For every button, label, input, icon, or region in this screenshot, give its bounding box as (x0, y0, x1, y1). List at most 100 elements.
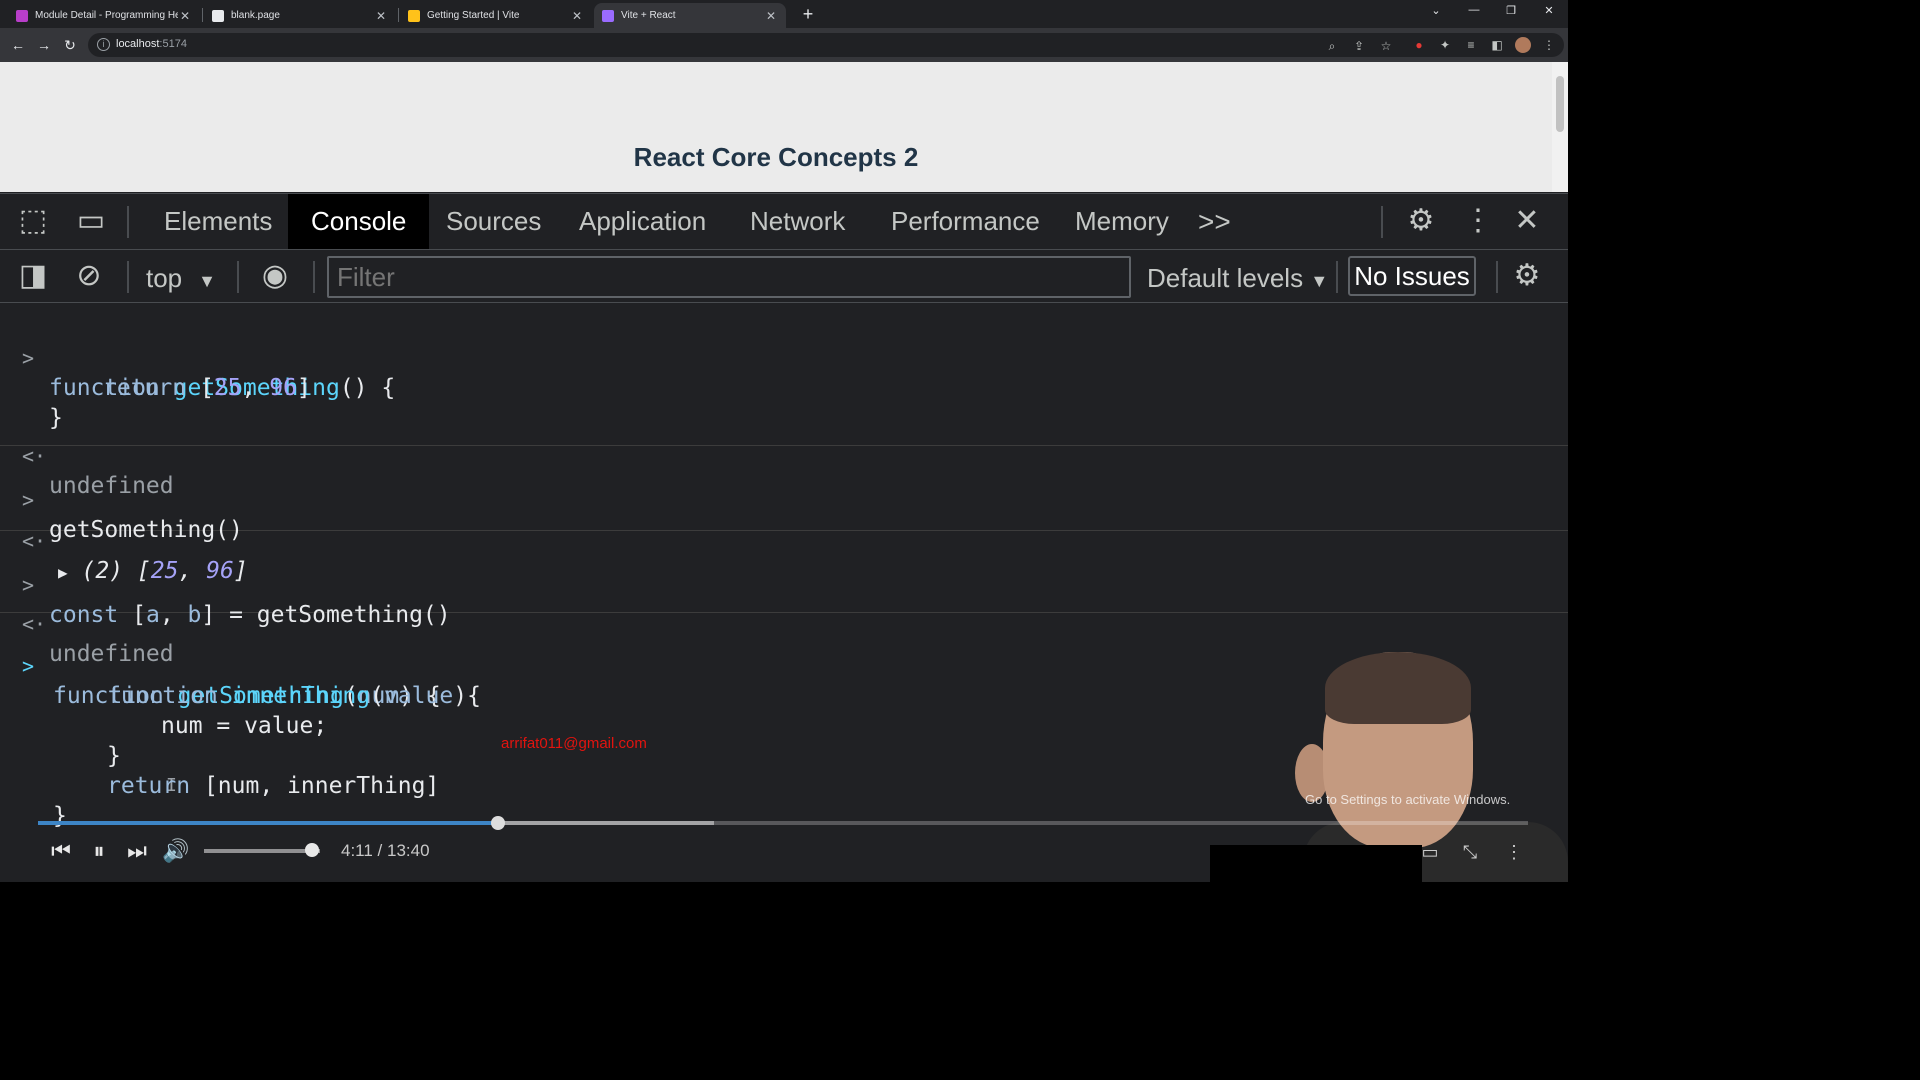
bookmark-star-icon[interactable]: ☆ (1378, 38, 1394, 54)
volume-icon[interactable]: 🔊 (162, 838, 189, 864)
log-levels-dropdown[interactable]: Default levels ▼ (1147, 263, 1328, 294)
context-selector[interactable]: top ▼ (146, 263, 216, 294)
close-tab-icon[interactable]: ✕ (374, 9, 388, 23)
dropdown-caret-icon: ▼ (1310, 271, 1329, 291)
tab-title: blank.page (231, 10, 280, 21)
tab-performance[interactable]: Performance (868, 194, 1063, 249)
context-label: top (146, 263, 183, 293)
vite-favicon-icon (408, 9, 420, 22)
log-levels-label: Default levels (1147, 263, 1304, 293)
tab-divider (202, 8, 203, 22)
progress-played (38, 821, 499, 825)
settings-gear-icon[interactable]: ⚙ (1402, 203, 1440, 241)
devtools-menu-icon[interactable]: ⋮ (1459, 203, 1497, 241)
tab-search-icon[interactable]: ⌄ (1424, 4, 1448, 17)
divider (127, 206, 129, 238)
address-bar[interactable]: i localhost:5174 ⌕ ⇪ ☆ (88, 33, 1564, 57)
browser-toolbar: ← → ↻ i localhost:5174 ⌕ ⇪ ☆ ● ✦ ≡ ◧ ⋮ (0, 28, 1568, 62)
close-tab-icon[interactable]: ✕ (570, 9, 584, 23)
divider (237, 261, 239, 293)
close-tab-icon[interactable]: ✕ (764, 9, 778, 23)
tab-console[interactable]: Console (288, 194, 430, 249)
window-close-button[interactable]: ✕ (1537, 4, 1561, 17)
console-filter-input[interactable] (327, 256, 1131, 298)
device-toolbar-icon[interactable]: ▭ (72, 203, 110, 241)
live-expression-eye-icon[interactable]: ◉ (256, 258, 294, 296)
zoom-icon[interactable]: ⌕ (1324, 38, 1340, 54)
scrollbar-thumb[interactable] (1556, 76, 1564, 132)
redacted-area (1210, 845, 1422, 882)
console-toolbar: ◨ ⊘ top ▼ ◉ Default levels ▼ No Issues ⚙ (0, 251, 1568, 303)
exit-fullscreen-icon[interactable]: ⤡ (1458, 840, 1482, 864)
browser-tab[interactable]: Module Detail - Programming Hero ✕ (8, 3, 200, 28)
url-text[interactable]: localhost:5174 (116, 38, 187, 50)
pip-icon[interactable]: ▭ (1418, 840, 1442, 864)
console-result[interactable]: <· ▶ (2) [25, 96] (0, 496, 1568, 584)
side-panel-icon[interactable]: ◧ (1489, 37, 1505, 53)
dropdown-caret-icon: ▼ (198, 271, 216, 291)
console-input-entry: > function getSomething() { return [25, … (0, 313, 1568, 499)
console-line: > function getSomething(num) { (0, 621, 1568, 709)
console-line: } (0, 373, 1568, 431)
divider (1496, 261, 1498, 293)
page-scrollbar[interactable] (1552, 62, 1568, 192)
previous-icon[interactable]: ⏮ (48, 838, 74, 864)
reading-list-icon[interactable]: ≡ (1463, 37, 1479, 53)
tab-network[interactable]: Network (727, 194, 868, 249)
browser-tab[interactable]: Getting Started | Vite ✕ (400, 3, 592, 28)
url-host: localhost (116, 38, 160, 50)
volume-knob[interactable] (304, 843, 319, 857)
console-result: <· undefined (0, 579, 1568, 667)
pause-icon[interactable]: ⏸ (86, 838, 112, 864)
browser-menu-icon[interactable]: ⋮ (1541, 37, 1557, 53)
site-info-icon[interactable]: i (97, 38, 110, 51)
page-title: React Core Concepts 2 (633, 142, 919, 172)
profile-avatar[interactable] (1515, 37, 1531, 53)
browser-tab-active[interactable]: Vite + React ✕ (594, 3, 786, 28)
reload-icon[interactable]: ↻ (61, 36, 79, 54)
console-input-entry: > getSomething() <· ▶ (2) [25, 96] (0, 455, 1568, 584)
code-text: } (53, 803, 67, 829)
tab-sources[interactable]: Sources (423, 194, 564, 249)
divider (127, 261, 129, 293)
close-tab-icon[interactable]: ✕ (178, 9, 192, 23)
console-input-entry: > const [a, b] = getSomething() <· undef… (0, 540, 1568, 667)
next-icon[interactable]: ⏭ (124, 838, 150, 864)
forward-icon[interactable]: → (35, 36, 53, 54)
favicon-icon (16, 9, 28, 22)
tab-title: Getting Started | Vite (427, 10, 520, 21)
tab-memory[interactable]: Memory (1052, 194, 1192, 249)
player-menu-icon[interactable]: ⋮ (1502, 840, 1526, 864)
restore-button[interactable]: ❐ (1499, 4, 1523, 17)
console-line: > getSomething() (0, 455, 1568, 543)
tab-title: Vite + React (621, 10, 676, 21)
close-devtools-icon[interactable]: ✕ (1508, 203, 1546, 241)
devtools-tabbar: ⬚ ▭ Elements Console Sources Application… (0, 194, 1568, 250)
more-tabs-chevron-icon[interactable]: >> (1175, 194, 1254, 249)
time-display: 4:11 / 13:40 (341, 841, 430, 860)
tab-application[interactable]: Application (556, 194, 729, 249)
minimize-button[interactable]: — (1462, 4, 1486, 16)
tab-title: Module Detail - Programming Hero (35, 10, 178, 21)
console-result: <· undefined (0, 411, 1568, 499)
extensions-puzzle-icon[interactable]: ✦ (1437, 37, 1453, 53)
volume-slider[interactable] (204, 849, 320, 853)
new-tab-button[interactable]: + (798, 4, 818, 24)
url-port: :5174 (159, 38, 187, 50)
page-viewport: React Core Concepts 2 (0, 62, 1552, 192)
console-line: > function getSomething() { (0, 313, 1568, 401)
favicon-icon (212, 9, 224, 22)
tab-strip: Module Detail - Programming Hero ✕ blank… (0, 0, 1568, 28)
back-icon[interactable]: ← (9, 36, 27, 54)
divider (1381, 206, 1383, 238)
inspect-element-icon[interactable]: ⬚ (14, 203, 52, 241)
sidebar-toggle-icon[interactable]: ◨ (14, 258, 52, 296)
tab-elements[interactable]: Elements (141, 194, 295, 249)
browser-tab[interactable]: blank.page ✕ (204, 3, 396, 28)
console-line: return [25, 96] (0, 343, 1568, 401)
share-icon[interactable]: ⇪ (1351, 38, 1367, 54)
issues-button[interactable]: No Issues (1348, 256, 1476, 296)
clear-console-icon[interactable]: ⊘ (70, 258, 108, 296)
extension-record-icon[interactable]: ● (1411, 37, 1427, 53)
console-settings-gear-icon[interactable]: ⚙ (1508, 258, 1546, 296)
